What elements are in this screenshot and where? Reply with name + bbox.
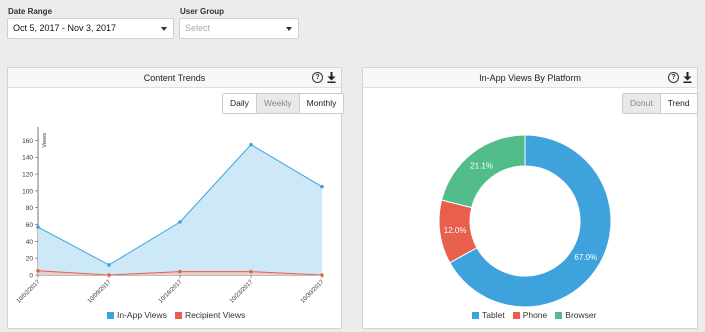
chevron-down-icon — [161, 27, 167, 31]
monthly-button[interactable]: Monthly — [299, 94, 344, 113]
data-point[interactable] — [178, 220, 182, 224]
y-tick-label: 100 — [22, 188, 33, 195]
platform-header: In-App Views By Platform ? — [363, 68, 697, 88]
user-group-label: User Group — [180, 7, 225, 16]
data-point[interactable] — [178, 269, 182, 274]
legend-label: Browser — [565, 310, 597, 320]
slice-label: 67.0% — [574, 253, 597, 262]
data-point[interactable] — [107, 263, 111, 267]
legend-item-tablet[interactable]: Tablet — [472, 310, 505, 320]
date-range-label: Date Range — [8, 7, 53, 16]
slice-label: 21.1% — [470, 161, 493, 170]
series-area — [38, 144, 322, 275]
x-tick-label: 10/23/2017 — [229, 279, 255, 305]
trends-legend: In-App Views Recipient Views — [107, 310, 245, 320]
platform-view-toggle: Donut Trend — [622, 93, 698, 114]
content-trends-title: Content Trends — [143, 73, 206, 83]
legend-swatch — [472, 311, 479, 319]
legend-swatch — [512, 311, 520, 319]
chevron-down-icon — [286, 27, 292, 31]
legend-label: Phone — [522, 310, 548, 320]
x-tick-label: 10/02/2017 — [16, 279, 42, 305]
download-icon[interactable] — [683, 72, 692, 83]
y-axis-label: Views — [42, 133, 48, 148]
weekly-button[interactable]: Weekly — [256, 94, 300, 113]
download-icon[interactable] — [327, 72, 336, 83]
legend-item-phone[interactable]: Phone — [512, 310, 548, 320]
date-range-value: Oct 5, 2017 - Nov 3, 2017 — [13, 23, 117, 33]
content-trends-chart: 0 20 40 60 80 100 120 140 160 Views 10/02/2017 10/0… — [16, 127, 326, 305]
data-point[interactable] — [320, 273, 324, 277]
legend-label: Recipient Views — [184, 310, 246, 320]
platform-title: In-App Views By Platform — [479, 73, 581, 83]
data-point[interactable] — [36, 268, 40, 273]
y-tick-label: 120 — [22, 172, 33, 179]
data-point[interactable] — [249, 142, 253, 147]
legend-swatch — [174, 311, 182, 319]
legend-swatch — [555, 311, 563, 319]
platform-donut-chart: 67.0% 12.0% 21.1% — [438, 134, 612, 308]
legend-swatch — [107, 311, 114, 319]
y-tick-label: 140 — [22, 155, 33, 162]
data-point[interactable] — [36, 225, 40, 229]
y-tick-label: 80 — [26, 205, 34, 212]
y-tick-label: 0 — [29, 273, 33, 280]
content-trends-header: Content Trends ? — [8, 68, 341, 88]
user-group-select[interactable]: Select — [179, 18, 299, 39]
data-point[interactable] — [320, 184, 324, 189]
legend-label: Tablet — [482, 310, 505, 320]
help-icon[interactable]: ? — [668, 72, 679, 83]
x-tick-label: 10/30/2017 — [300, 279, 326, 305]
donut-button[interactable]: Donut — [623, 94, 661, 113]
user-group-placeholder: Select — [185, 23, 211, 33]
platform-legend: Tablet Phone Browser — [472, 310, 596, 320]
x-tick-label: 10/09/2017 — [87, 279, 113, 305]
data-point[interactable] — [249, 269, 253, 274]
slice-label: 12.0% — [444, 226, 467, 235]
legend-item-in-app-views[interactable]: In-App Views — [107, 310, 167, 320]
legend-item-recipient-views[interactable]: Recipient Views — [174, 310, 246, 320]
y-tick-label: 20 — [26, 256, 34, 263]
date-range-select[interactable]: Oct 5, 2017 - Nov 3, 2017 — [7, 18, 174, 39]
donut-slice[interactable] — [440, 134, 526, 209]
x-tick-label: 10/16/2017 — [158, 279, 184, 305]
data-point[interactable] — [107, 273, 111, 277]
legend-label: In-App Views — [117, 310, 167, 320]
y-tick-label: 60 — [26, 222, 34, 229]
y-tick-label: 40 — [26, 239, 34, 246]
help-icon[interactable]: ? — [312, 72, 323, 83]
daily-button[interactable]: Daily — [223, 94, 257, 113]
trend-button[interactable]: Trend — [660, 94, 697, 113]
trends-period-toggle: Daily Weekly Monthly — [222, 93, 345, 114]
legend-item-browser[interactable]: Browser — [555, 310, 596, 320]
y-tick-label: 160 — [22, 138, 33, 145]
